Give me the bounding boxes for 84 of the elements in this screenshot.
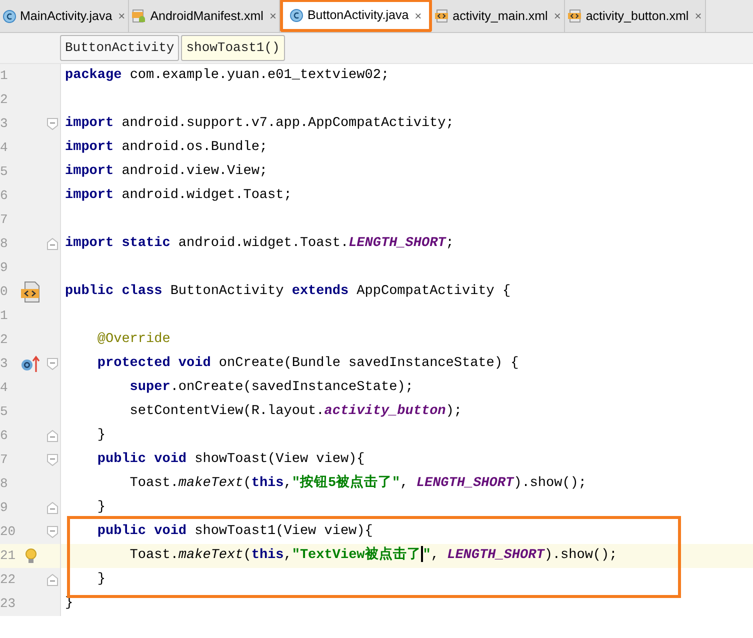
editor-tab[interactable]: MainActivity.java × <box>0 0 130 32</box>
code-token: this <box>251 476 284 491</box>
code-token: AppCompatActivity { <box>356 284 511 299</box>
code-token: import <box>65 140 114 155</box>
code-token: showToast1(View view){ <box>194 524 373 539</box>
code-token: @Override <box>96 332 170 347</box>
code-token: , <box>430 548 440 563</box>
code-token: ).show(); <box>544 548 618 563</box>
text-caret <box>420 546 423 562</box>
xml-file-icon <box>568 9 582 23</box>
editor-tab[interactable]: ButtonActivity.java × <box>280 0 432 32</box>
fold-marker-icon[interactable] <box>46 526 58 538</box>
code-token: .onCreate(savedInstanceState); <box>170 380 414 395</box>
tab-label: AndroidManifest.xml <box>150 8 264 25</box>
code-token: , <box>400 476 410 491</box>
code-token: onCreate(Bundle savedInstanceState) { <box>218 356 519 371</box>
xml-file-icon <box>434 9 449 23</box>
breadcrumb-item[interactable]: showToast1() <box>181 35 285 61</box>
code-token: android.widget.Toast; <box>120 188 292 203</box>
code-token: public class <box>65 284 162 299</box>
fold-marker-icon[interactable] <box>46 502 58 514</box>
editor-tab[interactable]: activity_main.xml × <box>432 0 565 32</box>
code-token: Toast. <box>128 476 178 491</box>
code-token: public void <box>96 524 187 539</box>
code-token: Toast. <box>128 548 178 563</box>
code-token: android.view.View; <box>120 164 268 179</box>
code-token: package <box>65 68 122 83</box>
tab-label: activity_main.xml <box>452 8 548 25</box>
code-token: LENGTH_SHORT <box>348 236 446 251</box>
code-token: LENGTH_SHORT <box>416 476 514 491</box>
code-token: ( <box>243 548 252 563</box>
lightbulb-icon[interactable] <box>25 548 37 564</box>
code-token: com.example.yuan.e01_textview02; <box>128 68 390 83</box>
breadcrumb-item[interactable]: ButtonActivity <box>60 35 180 61</box>
fold-marker-icon[interactable] <box>46 238 58 250</box>
code-token: ButtonActivity <box>169 284 285 299</box>
code-token: android.os.Bundle; <box>120 140 268 155</box>
tab-label: MainActivity.java <box>20 8 112 25</box>
code-token: import <box>65 188 114 203</box>
code-token: ).show(); <box>514 476 587 491</box>
code-token: ); <box>446 404 462 419</box>
code-token: android.widget.Toast. <box>177 236 349 251</box>
code-token: import <box>65 116 114 131</box>
manifest-file-icon <box>132 9 146 23</box>
editor-tab[interactable]: activity_button.xml × <box>564 0 706 32</box>
code-token: } <box>96 500 106 515</box>
fold-marker-icon[interactable] <box>46 430 58 442</box>
code-token: android.support.v7.app.AppCompatActivity; <box>120 116 454 131</box>
class-icon <box>290 9 304 22</box>
code-token: } <box>96 572 106 587</box>
code-token: "按钮5被点击了" <box>292 476 400 491</box>
close-button[interactable]: × <box>692 7 702 25</box>
code-token: } <box>96 428 106 443</box>
code-token: setContentView(R.layout. <box>128 404 324 419</box>
code-token: LENGTH_SHORT <box>447 548 544 563</box>
code-token: ( <box>243 476 252 491</box>
code-token: showToast(View view){ <box>194 452 365 467</box>
fold-marker-icon[interactable] <box>46 358 58 370</box>
code-token: , <box>284 548 292 563</box>
close-button[interactable]: × <box>552 7 561 25</box>
code-token: makeText <box>178 548 244 563</box>
tab-label: activity_button.xml <box>586 8 689 25</box>
code-token: import static <box>65 236 170 251</box>
code-token: , <box>284 476 292 491</box>
fold-marker-icon[interactable] <box>46 574 58 586</box>
code-token: makeText <box>178 476 244 491</box>
code-token: ; <box>446 236 454 251</box>
tab-label: ButtonActivity.java <box>307 7 409 24</box>
fold-marker-icon[interactable] <box>46 454 58 466</box>
code-token: extends <box>292 284 349 299</box>
code-token: import <box>65 164 114 179</box>
fold-marker-icon[interactable] <box>46 118 58 130</box>
editor-tab[interactable]: AndroidManifest.xml × <box>129 0 280 32</box>
code-token: super <box>128 380 170 395</box>
close-button[interactable]: × <box>267 7 276 25</box>
close-button[interactable]: × <box>116 7 126 25</box>
code-token: "TextView被点击了 <box>292 548 421 563</box>
code-token: this <box>251 548 284 563</box>
code-token: protected void <box>96 356 211 371</box>
code-token: activity_button <box>324 404 446 419</box>
class-icon <box>3 10 16 22</box>
close-button[interactable]: × <box>412 6 422 24</box>
code-token: public void <box>96 452 187 467</box>
code-token: " <box>422 548 431 563</box>
